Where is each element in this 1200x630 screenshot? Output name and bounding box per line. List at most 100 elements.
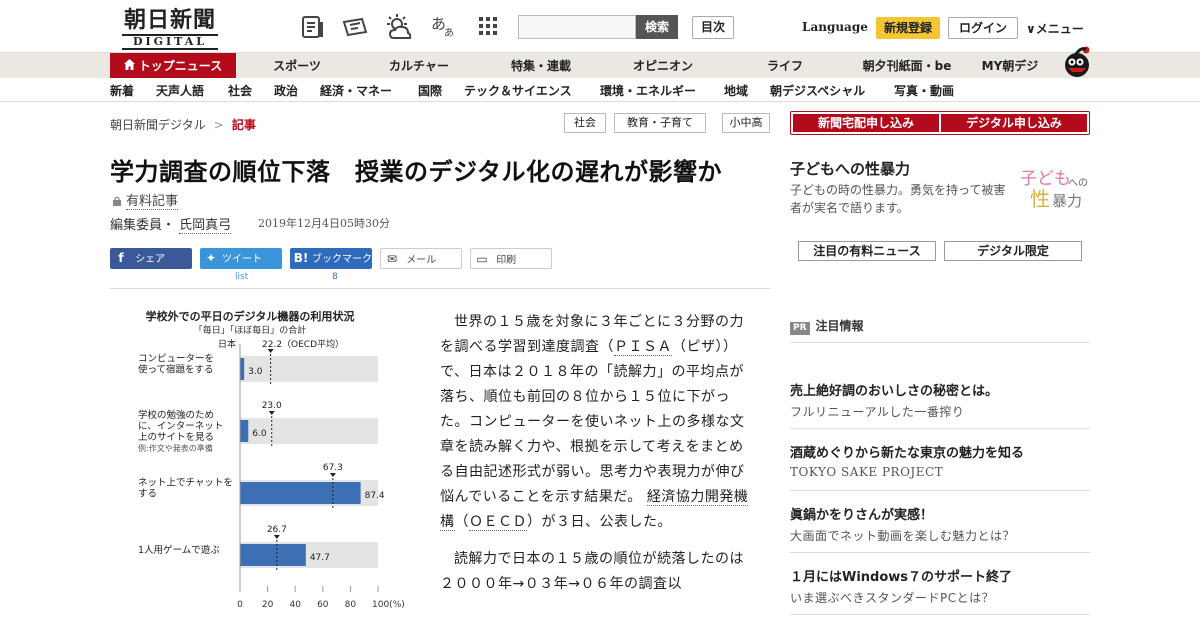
facebook-share-label: シェア <box>135 254 166 265</box>
text-segment: （ピザ））で、日本は２０１８年の「読解力」の平均点が落ち、順位も前回の８位から１… <box>440 339 745 505</box>
feature-logo[interactable]: 子ども への 性 暴力 <box>1016 162 1090 214</box>
pr-item-title[interactable]: 売上絶好調のおいしさの秘密とは。 <box>790 380 998 399</box>
nav2-new[interactable]: 新着 <box>110 82 134 99</box>
x-tick-label: 40 <box>289 600 301 610</box>
nav-sports[interactable]: スポーツ <box>240 53 354 79</box>
toc-button[interactable]: 目次 <box>692 16 734 39</box>
article-paragraph: 世界の１５歳を対象に３年ごとに３分野の力を調べる学習到達度調査（ＰＩＳＡ（ピザ）… <box>440 310 750 535</box>
search-input[interactable] <box>518 15 636 39</box>
nav-newspaper[interactable]: 朝夕刊紙面・be <box>850 53 964 79</box>
nav2-environment[interactable]: 環境・エネルギー <box>600 82 696 99</box>
login-button[interactable]: ログイン <box>948 17 1018 39</box>
digital-subscribe-button[interactable]: デジタル申し込み <box>941 114 1087 132</box>
author-prefix: 編集委員・ <box>110 218 176 233</box>
publish-date: 2019年12月4日05時30分 <box>258 217 390 230</box>
nav2-tech[interactable]: テック＆サイエンス <box>464 82 572 99</box>
nav-opinion[interactable]: オピニオン <box>606 53 720 79</box>
nav2-tenseijingo[interactable]: 天声人語 <box>156 82 204 99</box>
pr-item-subtitle[interactable]: いま選ぶべきスタンダードPCとは？ <box>790 589 994 606</box>
breadcrumb-separator: > <box>213 118 224 132</box>
hatena-count[interactable]: 8 <box>332 272 338 282</box>
nav2-economy[interactable]: 経済・マネー <box>320 82 392 99</box>
newspaper-icon[interactable] <box>300 14 326 40</box>
nav-life[interactable]: ライフ <box>728 53 842 79</box>
category-label: 学校の勉強のため <box>138 409 214 421</box>
oecd-marker-arrow <box>273 535 280 539</box>
feature-logo-text-d: 暴力 <box>1052 192 1082 210</box>
bar-japan <box>240 544 306 566</box>
bar-japan <box>240 358 245 380</box>
bar-japan <box>240 420 249 442</box>
article-paragraph: 読解力で日本の１５歳の順位が続落したのは２０００年→０３年→０６年の調査以 <box>440 551 744 592</box>
author-line: 編集委員・ 氏岡真弓 <box>110 214 232 234</box>
tab-paid-news[interactable]: 注目の有料ニュース <box>798 241 936 261</box>
logo-sub-text: DIGITAL <box>122 34 218 50</box>
nav2-politics[interactable]: 政治 <box>274 82 298 99</box>
search-button[interactable]: 検索 <box>636 15 678 39</box>
pr-item-title[interactable]: １月にはWindows７のサポート終了 <box>790 566 1012 585</box>
nav2-photo[interactable]: 写真・動画 <box>894 82 954 99</box>
pisa-link[interactable]: ＰＩＳＡ <box>614 339 672 356</box>
x-tick-label: 20 <box>262 600 274 610</box>
category-note: 例:作文や発表の準備 <box>138 443 213 453</box>
pr-item-title[interactable]: 酒蔵めぐりから新たな東京の魅力を知る <box>790 442 1024 461</box>
signup-button[interactable]: 新規登録 <box>876 17 940 39</box>
category-label: 使って宿題をする <box>138 364 214 376</box>
print-button[interactable]: ▭ 印刷 <box>470 248 552 269</box>
newspaper-subscribe-button[interactable]: 新聞宅配申し込み <box>793 114 939 132</box>
site-logo[interactable]: 朝日新聞 DIGITAL <box>112 8 228 50</box>
paid-article-label[interactable]: 有料記事 <box>112 190 179 210</box>
pr-badge: PR <box>790 322 810 335</box>
japan-value-label: 87.4 <box>365 491 385 501</box>
divider <box>790 428 1090 429</box>
oecd-marker-arrow <box>329 473 336 477</box>
pr-item-subtitle[interactable]: TOKYO SAKE PROJECT <box>790 465 943 479</box>
divider <box>790 552 1090 553</box>
nav-features[interactable]: 特集・連載 <box>484 53 598 79</box>
japan-value-label: 3.0 <box>248 367 263 377</box>
menu-button[interactable]: ∨メニュー <box>1026 20 1084 37</box>
nav2-region[interactable]: 地域 <box>724 82 748 99</box>
twitter-share-button[interactable]: ✦ ツイート <box>200 248 282 269</box>
tab-digital-only[interactable]: デジタル限定 <box>944 241 1082 261</box>
breadcrumb-home[interactable]: 朝日新聞デジタル <box>110 118 206 132</box>
pr-item-subtitle[interactable]: フルリニューアルした一番搾り <box>790 403 964 420</box>
nav-my-asadigi[interactable]: MY朝デジ <box>960 53 1060 79</box>
site-header: 朝日新聞 DIGITAL あ あ 検索 目次 Language 新規登録 ログイ… <box>0 0 1200 52</box>
feature-logo-text-a: 子ども <box>1020 169 1071 189</box>
nav2-society[interactable]: 社会 <box>228 82 252 99</box>
pr-item-subtitle[interactable]: 大画面でネット動画を楽しむ魅力とは？ <box>790 527 1015 544</box>
mail-share-button[interactable]: ✉ メール <box>380 248 462 269</box>
subscribe-buttons: 新聞宅配申し込み デジタル申し込み <box>790 111 1090 135</box>
x-tick-label: 60 <box>317 600 329 610</box>
facebook-icon: f <box>118 251 124 265</box>
text-segment: （ <box>454 514 469 530</box>
facebook-share-button[interactable]: f シェア <box>110 248 192 269</box>
breadcrumb: 朝日新聞デジタル > 記事 <box>110 116 256 133</box>
tag-education[interactable]: 教育・子育て <box>614 113 706 133</box>
ticket-icon[interactable] <box>342 14 368 40</box>
twitter-count[interactable]: list <box>235 272 248 282</box>
hatena-bookmark-button[interactable]: B! ブックマーク <box>290 248 372 269</box>
weather-icon[interactable] <box>386 14 412 40</box>
tag-society[interactable]: 社会 <box>564 113 606 133</box>
legend-japan: 日本 <box>218 338 236 350</box>
oecd-value-label: 23.0 <box>262 401 282 411</box>
author-name[interactable]: 氏岡真弓 <box>179 218 232 234</box>
language-link[interactable]: Language <box>802 20 868 34</box>
oecd-abbr-link[interactable]: ＯＥＣＤ <box>469 514 527 531</box>
nav2-international[interactable]: 国際 <box>418 82 442 99</box>
font-size-icon[interactable]: あ あ <box>430 14 456 40</box>
oecd-value-label: 26.7 <box>267 525 287 535</box>
nav2-special[interactable]: 朝デジスペシャル <box>770 82 865 99</box>
nav-culture[interactable]: カルチャー <box>362 53 476 79</box>
mail-icon: ✉ <box>386 252 398 266</box>
nav-top-news[interactable]: トップニュース <box>110 53 236 79</box>
pr-header-label: 注目情報 <box>815 319 864 333</box>
feature-title[interactable]: 子どもへの性暴力 <box>790 158 910 179</box>
feature-description: 子どもの時の性暴力。勇気を持って被害者が実名で語ります。 <box>790 183 1006 215</box>
grid-menu-icon[interactable] <box>475 13 501 39</box>
pr-item-title[interactable]: 眞鍋かをりさんが実感！ <box>790 504 933 523</box>
logo-main-text: 朝日新聞 <box>123 7 216 33</box>
tag-school[interactable]: 小中高 <box>722 113 770 133</box>
